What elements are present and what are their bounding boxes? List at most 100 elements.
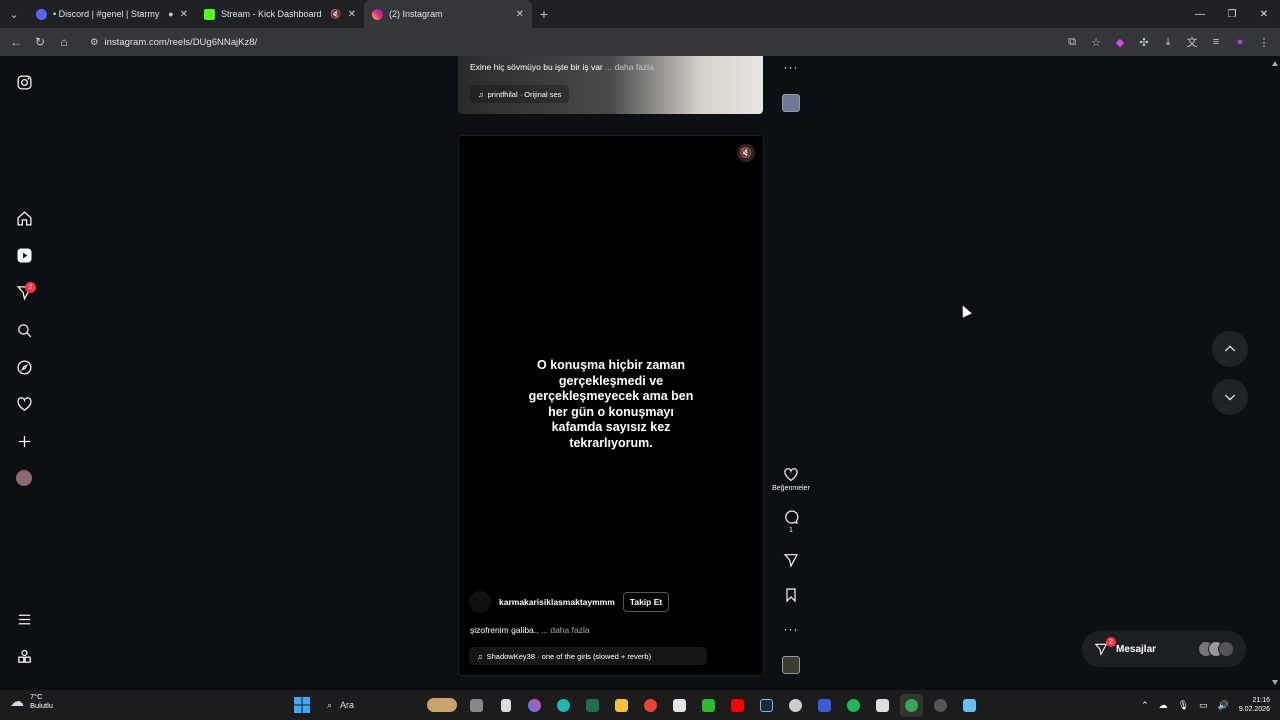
chevron-up-icon[interactable]: ⌃ [1141,700,1149,711]
home-icon[interactable] [12,206,36,230]
notification-badge: 2 [25,282,36,293]
address-bar[interactable]: ⚙ instagram.com/reels/DUg6NNajKz8/ [82,31,1032,53]
current-reel[interactable]: 🔇 O konuşma hiçbir zaman gerçekleşmedi v… [458,135,764,676]
instagram-logo-icon[interactable] [12,70,36,94]
more-options-icon[interactable]: ··· [770,622,812,636]
next-reel-button[interactable] [1212,379,1248,415]
reels-icon[interactable] [12,243,36,267]
comment-button[interactable]: 1 [770,509,812,534]
start-button[interactable] [290,694,313,717]
chrome-active-icon[interactable] [900,693,923,717]
prev-more-options-icon[interactable]: ··· [770,60,812,74]
more-link[interactable]: ... daha fazla [541,625,590,635]
profile-avatar[interactable] [12,466,36,490]
obs-icon[interactable] [929,694,952,717]
tab-discord[interactable]: • Discord | #genel | Starmy ● ✕ [28,0,196,28]
steam-icon[interactable] [755,694,778,717]
discord-favicon-icon [36,8,47,20]
file-explorer-icon[interactable] [610,694,633,717]
likes-label: Beğenmeler [772,485,810,492]
clock[interactable]: 21:16 9.02.2026 [1239,696,1270,714]
onedrive-icon[interactable]: ☁ [1159,700,1168,711]
translate-icon[interactable]: 文 [1182,32,1202,52]
audio-thumbnail[interactable] [770,656,812,674]
task-view-icon[interactable] [465,694,488,717]
extension-icon[interactable]: ◆ [1110,32,1130,52]
message-avatars [1198,641,1234,657]
weather-condition: Bulutlu [30,701,53,710]
messages-badge: 2 [1106,637,1116,647]
site-info-icon[interactable]: ⚙ [90,37,99,48]
app-icon[interactable] [813,694,836,717]
reload-button[interactable]: ↻ [28,30,52,54]
file-icon[interactable] [494,694,517,717]
app-icon[interactable] [784,694,807,717]
messages-button[interactable]: 2 Mesajlar [1082,631,1246,667]
previous-reel-audio[interactable]: ♫ printfhilal · Orijinal ses [470,85,570,103]
profile-avatar-icon[interactable]: ● [1230,32,1250,52]
store-icon[interactable] [871,694,894,717]
chevron-down-icon [1224,394,1236,401]
search-highlight-app[interactable] [425,694,459,717]
copilot-icon[interactable] [523,694,546,717]
tab-search-button[interactable]: ⌄ [0,0,28,28]
close-window-button[interactable]: ✕ [1248,0,1280,28]
download-icon[interactable]: ⤓ [1158,32,1178,52]
maximize-button[interactable]: ❐ [1216,0,1248,28]
explore-compass-icon[interactable] [12,355,36,379]
xbox-icon[interactable] [697,694,720,717]
excel-icon[interactable] [581,694,604,717]
tab-kick[interactable]: Stream - Kick Dashboard 🔇 ✕ [196,0,364,28]
previous-reel[interactable]: Exine hiç sövmüyo bu işte bir iş var ...… [458,56,763,114]
youtube-icon[interactable] [726,694,749,717]
bookmark-icon [786,588,796,603]
menu-kebab-icon[interactable]: ⋮ [1254,32,1274,52]
caption-text: Exine hiç sövmüyo bu işte bir iş var [470,62,603,72]
bookmark-star-icon[interactable]: ☆ [1086,32,1106,52]
tab-close-icon[interactable]: ✕ [516,9,524,20]
reel-actions: ··· Beğenmeler 1 ··· [770,56,812,690]
install-app-icon[interactable]: ⧉ [1062,32,1082,52]
media-control-icon[interactable]: ≡ [1206,32,1226,52]
edge-icon[interactable] [552,694,575,717]
more-link[interactable]: ... daha fazla [605,62,654,72]
comment-icon [785,510,799,524]
page-scrollbar[interactable] [1270,56,1280,690]
save-button[interactable] [770,587,812,603]
mute-toggle-icon[interactable]: 🔇 [737,144,755,162]
display-icon[interactable]: ▭ [1199,700,1208,711]
create-plus-icon[interactable] [12,429,36,453]
previous-reel-button[interactable] [1212,331,1248,367]
tab-close-icon[interactable]: ✕ [180,9,188,20]
share-button[interactable] [770,552,812,568]
more-menu-icon[interactable] [12,607,36,631]
follow-button[interactable]: Takip Et [622,592,670,612]
minimize-button[interactable]: — [1184,0,1216,28]
search-icon[interactable] [12,318,36,342]
chrome-icon[interactable] [639,694,662,717]
notifications-heart-icon[interactable] [12,392,36,416]
new-tab-button[interactable]: + [532,2,556,26]
browser-tab-strip: ⌄ • Discord | #genel | Starmy ● ✕ Stream… [0,0,1280,28]
reel-audio[interactable]: ♫ ShadowKey38 · one of the girls (slowed… [469,647,707,665]
author-avatar[interactable] [469,591,491,613]
home-button[interactable]: ⌂ [52,30,76,54]
taskbar-search[interactable]: ⌕ Ara [319,693,419,717]
volume-icon[interactable]: 🔊 [1218,700,1229,711]
app-icon[interactable] [668,694,691,717]
tab-instagram[interactable]: (2) Instagram ✕ [364,0,532,28]
author-username[interactable]: karmakarisiklasmaktaymmm [499,597,615,607]
prev-audio-thumbnail[interactable] [770,94,812,112]
share-icon [783,554,798,568]
tab-close-icon[interactable]: ✕ [348,9,356,20]
microphone-icon[interactable]: 🎙 [1178,700,1189,711]
spotify-icon[interactable] [842,694,865,717]
back-button[interactable]: ← [4,30,28,54]
extensions-puzzle-icon[interactable]: ✣ [1134,32,1154,52]
system-tray: ⌃ ☁ 🎙 ▭ 🔊 21:16 9.02.2026 [1141,692,1270,718]
weather-widget[interactable]: ☁ 7°C Bulutlu [10,692,53,710]
like-button[interactable]: Beğenmeler [770,467,812,492]
audio-label: printfhilal · Orijinal ses [487,89,562,99]
steam-icon[interactable] [958,694,981,717]
meta-apps-icon[interactable] [12,644,36,668]
